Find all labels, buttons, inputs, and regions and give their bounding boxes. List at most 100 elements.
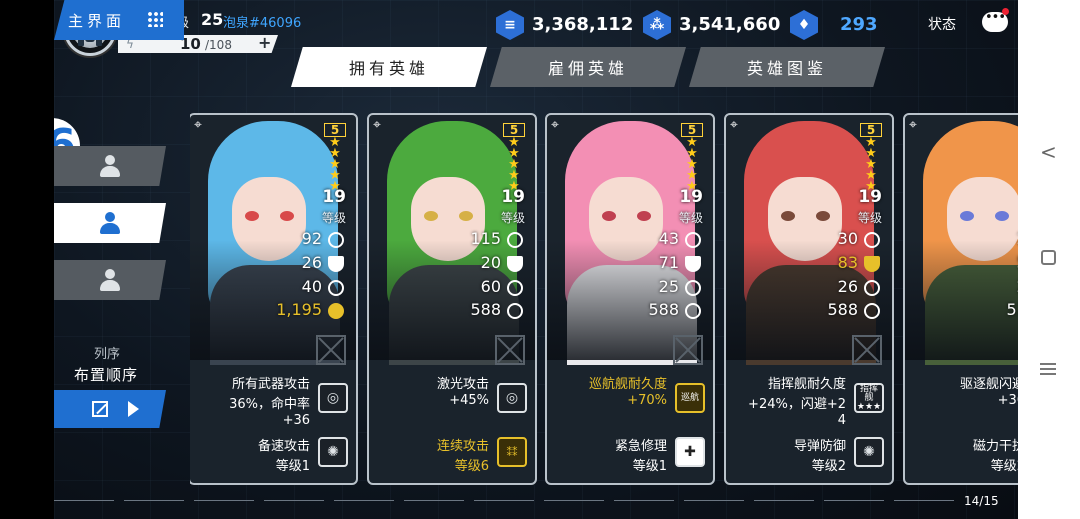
android-nav-bar: <	[1018, 0, 1080, 519]
hero-card-list[interactable]: ⌖ 5 ★ ★ ★ ★ ★ 19 等级 92 26 40 1,195 所有武器攻…	[190, 113, 1018, 487]
skill1-name: 指挥舰耐久度	[767, 377, 846, 392]
skill1-icon[interactable]: 巡航	[675, 383, 705, 413]
add-energy-button[interactable]: +	[258, 33, 271, 52]
filter-all-heroes-button[interactable]	[54, 146, 166, 186]
hero-card[interactable]: ⌖ 5 ★ ★ ★ ★ ★ 19 等级 92 26 40 1,195 所有武器攻…	[190, 113, 358, 485]
skill2-icon[interactable]: ✺	[318, 437, 348, 467]
stat-attack: 43	[658, 229, 679, 248]
stat-power: 588	[648, 300, 679, 319]
skill1-name: 所有武器攻击	[231, 377, 310, 392]
select-crosshair-icon[interactable]: ⌖	[194, 117, 202, 133]
home-icon[interactable]	[1041, 250, 1056, 265]
skill2-level: 等级1	[275, 459, 310, 474]
skill2-icon[interactable]: ✺	[854, 437, 884, 467]
stat-defense: 20	[480, 253, 501, 272]
stat-power: 588	[827, 300, 858, 319]
divider	[54, 500, 954, 501]
page-indicator: 14/15	[964, 494, 999, 508]
grid-icon	[147, 11, 163, 27]
star-rating: 5 ★ ★ ★ ★ ★	[681, 123, 703, 193]
skill1-badge: 巡航	[680, 392, 699, 403]
edit-icon[interactable]	[92, 401, 108, 417]
hero-level-label: 等级	[321, 211, 346, 225]
skill1-icon[interactable]: ◎	[318, 383, 348, 413]
filter-assigned-heroes-button[interactable]	[54, 203, 166, 243]
stat-evasion: 40	[301, 277, 322, 296]
resource-value: 293	[840, 14, 878, 35]
select-crosshair-icon[interactable]: ⌖	[730, 117, 738, 133]
skill1-name: 激光攻击	[436, 377, 489, 392]
skill-glyph: ◎	[326, 390, 340, 406]
attack-icon	[864, 232, 880, 248]
screen: 等级 25 泡泉#46096 ϟ 10 /108 + ≡ 3,368,112 ⁂…	[0, 0, 1080, 519]
player-name: 泡泉#46096	[223, 16, 302, 31]
sort-value: 布置顺序	[74, 366, 139, 384]
hero-card[interactable]: ⌖ 5 ★ ★ ★ ★ ★ 19 等级 30 83 26 588 指挥舰耐久度 …	[724, 113, 894, 485]
skill2-name: 紧急修理	[614, 439, 667, 454]
skill2-level: 等级2	[990, 459, 1018, 474]
tab-hire-heroes[interactable]: 雇佣英雄	[490, 47, 686, 87]
skill-glyph: ✺	[863, 444, 875, 460]
stat-evasion: 25	[658, 277, 679, 296]
status-button[interactable]: 状态	[928, 14, 956, 34]
shield-icon	[864, 256, 880, 272]
evasion-icon	[507, 280, 523, 296]
hero-card[interactable]: ⌖ 5 ★ ★ ★ ★ ★ 19 等级 29 59 22 514 驱逐舰闪避 +…	[903, 113, 1018, 485]
resource-value: 3,368,112	[532, 14, 634, 35]
stat-power: 1,195	[276, 300, 322, 319]
hero-level: 19	[322, 187, 346, 207]
hero-level: 19	[679, 187, 703, 207]
tab-owned-heroes[interactable]: 拥有英雄	[291, 47, 487, 87]
evasion-icon	[864, 280, 880, 296]
hero-card[interactable]: ⌖ 5 ★ ★ ★ ★ ★ 19 等级 43 71 25 588 巡航舰耐久度 …	[545, 113, 715, 485]
star-rating: 5 ★ ★ ★ ★ ★	[860, 123, 882, 193]
star-rating: 5 ★ ★ ★ ★ ★	[503, 123, 525, 193]
tab-hero-gallery[interactable]: 英雄图鉴	[689, 47, 885, 87]
skill1-value: 36%，命中率	[229, 397, 310, 412]
person-gear-icon	[100, 269, 120, 291]
skill2-level: 等级2	[811, 459, 846, 474]
filter-hero-settings-button[interactable]	[54, 260, 166, 300]
empty-equipment-slot[interactable]	[316, 335, 346, 365]
skill2-icon[interactable]: ✚	[675, 437, 705, 467]
chat-icon[interactable]	[982, 10, 1008, 32]
stat-attack: 92	[301, 229, 322, 248]
back-icon[interactable]: <	[1040, 140, 1057, 164]
skill2-name: 连续攻击	[436, 439, 489, 454]
stat-evasion: 26	[837, 277, 858, 296]
empty-equipment-slot[interactable]	[852, 335, 882, 365]
power-icon	[507, 303, 523, 319]
evasion-icon	[685, 280, 701, 296]
stat-defense: 71	[658, 253, 679, 272]
hero-level: 19	[501, 187, 525, 207]
hero-level-label: 等级	[678, 211, 703, 225]
sort-control[interactable]	[54, 390, 166, 428]
attack-icon	[685, 232, 701, 248]
skill1-value-extra: 4	[837, 413, 846, 428]
skill1-value: +36	[997, 393, 1018, 408]
main-menu-button[interactable]: 主界面	[54, 0, 184, 40]
menu-icon[interactable]	[1040, 360, 1056, 378]
crystal-icon: ♦	[790, 10, 818, 40]
stat-attack: 115	[470, 229, 501, 248]
skill-glyph: ✺	[327, 444, 339, 460]
skill1-icon[interactable]: ◎	[497, 383, 527, 413]
hero-card[interactable]: ⌖ 5 ★ ★ ★ ★ ★ 19 等级 115 20 60 588 激光攻击 +…	[367, 113, 537, 485]
empty-equipment-slot[interactable]	[495, 335, 525, 365]
play-icon[interactable]	[128, 401, 139, 417]
credits-icon: ≡	[496, 10, 524, 40]
burst-icon: ⁑⁑	[506, 445, 518, 459]
select-crosshair-icon[interactable]: ⌖	[551, 117, 559, 133]
skill1-name: 驱逐舰闪避	[959, 377, 1018, 392]
repair-icon: ✚	[684, 444, 696, 460]
skill2-icon[interactable]: ⁑⁑	[497, 437, 527, 467]
game-viewport: 等级 25 泡泉#46096 ϟ 10 /108 + ≡ 3,368,112 ⁂…	[54, 0, 1018, 519]
select-crosshair-icon[interactable]: ⌖	[909, 117, 917, 133]
select-crosshair-icon[interactable]: ⌖	[373, 117, 381, 133]
empty-equipment-slot[interactable]	[673, 335, 703, 365]
evasion-icon	[328, 280, 344, 296]
sort-label: 列序	[94, 347, 121, 362]
skill2-level: 等级6	[454, 459, 489, 474]
hero-level: 19	[858, 187, 882, 207]
skill1-icon[interactable]: 指挥舰 ★★★	[854, 383, 884, 413]
